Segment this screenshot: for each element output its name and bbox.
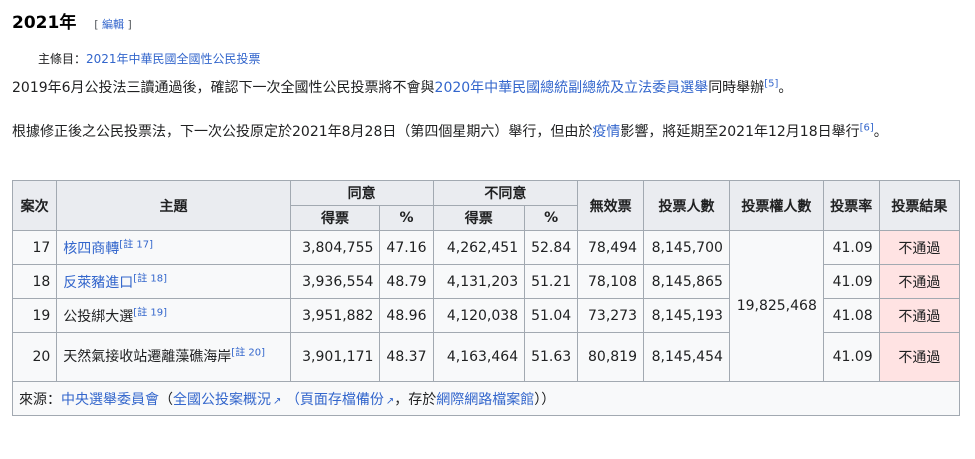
header-disagree-count: 得票 [432,205,526,231]
result-badge: 不通過 [878,230,961,265]
agree-count: 3,936,554 [289,264,381,299]
referendum-table: 案次 主題 同意 不同意 無效票 投票人數 投票權人數 投票率 投票結果 得票 … [11,180,961,416]
edit-bracket-close: ] [124,18,132,31]
agree-pct: 48.96 [379,298,434,333]
overview-link[interactable]: 全國公投案概況 ↗ [173,392,281,408]
pandemic-link[interactable]: 疫情 [592,124,620,140]
agree-count: 3,901,171 [289,332,381,382]
disagree-pct: 51.63 [524,332,579,382]
cec-link[interactable]: 中央選舉委員會 [61,392,159,408]
source-close: ）） [534,391,556,408]
topic-cell: 核四商轉[註 17] [56,230,291,265]
ref-6-link[interactable]: [6] [860,122,874,133]
header-agree-count: 得票 [289,205,381,231]
para2-text-b: 影響，將延期至2021年12月18日舉行 [620,124,860,140]
invalid-count: 78,108 [577,264,644,299]
case-number: 18 [11,264,58,299]
archive-backup-link[interactable]: （頁面存檔備份 ↗ [286,392,394,408]
agree-pct: 47.16 [379,230,434,265]
header-agree: 同意 [289,180,434,206]
result-badge: 不通過 [878,298,961,333]
header-result: 投票結果 [878,180,961,231]
turnout: 41.08 [822,298,880,333]
ref-5-link[interactable]: [5] [764,78,778,89]
disagree-pct: 51.21 [524,264,579,299]
overview-link-text: 全國公投案概況 [173,391,271,408]
invalid-count: 80,819 [577,332,644,382]
election-2020-link[interactable]: 2020年中華民國總統副總統及立法委員選舉 [435,80,709,96]
agree-count: 3,951,882 [289,298,381,333]
topic-cell: 反萊豬進口[註 18] [56,264,291,299]
edit-bracket-open: [ [94,18,103,31]
section-title: 2021年 [12,13,77,33]
invalid-count: 73,273 [577,298,644,333]
paragraph-2: 根據修正後之公民投票法，下一次公投原定於2021年8月28日（第四個星期六）舉行… [12,121,952,143]
source-prefix: 來源： [19,391,61,408]
votes-count: 8,145,865 [643,264,730,299]
turnout: 41.09 [822,230,880,265]
paragraph-1: 2019年6月公投法三讀通過後，確認下一次全國性公民投票將不會與2020年中華民… [12,77,952,99]
header-electors: 投票權人數 [728,180,824,231]
para1-text-b: 同時舉辦 [708,80,765,96]
topic-cell: 公投綁大選[註 19] [56,298,291,333]
turnout: 41.09 [822,264,880,299]
topic-text: 公投綁大選 [63,308,134,325]
hatnote-link[interactable]: 2021年中華民國全國性公民投票 [86,52,261,66]
votes-count: 8,145,193 [643,298,730,333]
disagree-pct: 52.84 [524,230,579,265]
edit-section: [ 編輯 ] [94,18,132,31]
header-case: 案次 [11,180,58,231]
para2-text-c: 。 [873,124,888,140]
topic-text: 天然氣接收站遷離藻礁海岸 [63,349,232,365]
topic-link[interactable]: 核四商轉 [63,241,119,257]
header-disagree-pct: % [524,205,579,231]
topic-link[interactable]: 反萊豬進口 [63,275,133,291]
disagree-count: 4,131,203 [432,264,526,299]
source-cell: 來源：中央選舉委員會（全國公投案概況 ↗ （頁面存檔備份 ↗，存於網際網路檔案館）） [12,381,960,416]
para1-text-c: 。 [778,80,793,96]
header-agree-pct: % [379,205,434,231]
votes-count: 8,145,454 [643,332,730,382]
external-link-icon: ↗ [273,395,282,407]
agree-pct: 48.79 [379,264,434,299]
case-number: 20 [11,332,58,382]
hatnote: 主條目：2021年中華民國全國性公民投票 [38,50,261,67]
note-link[interactable]: [註 20] [231,347,265,358]
topic-cell: 天然氣接收站遷離藻礁海岸[註 20] [56,332,291,382]
case-number: 17 [11,230,58,265]
disagree-count: 4,163,464 [432,332,526,382]
header-invalid: 無效票 [577,180,644,231]
para1-text-a: 2019年6月公投法三讀通過後，確認下一次全國性公民投票將不會與 [12,80,435,96]
para2-text-a: 根據修正後之公民投票法，下一次公投原定於2021年8月28日（第四個星期六）舉行… [12,124,593,140]
header-topic: 主題 [56,180,291,231]
turnout: 41.09 [822,332,880,382]
votes-count: 8,145,700 [643,230,730,265]
external-link-icon: ↗ [385,395,395,407]
source-open: （ [159,391,173,408]
agree-count: 3,804,755 [289,230,381,265]
source-row: 來源：中央選舉委員會（全國公投案概況 ↗ （頁面存檔備份 ↗，存於網際網路檔案館）） [12,381,960,416]
header-votes: 投票人數 [643,180,730,231]
header-turnout: 投票率 [822,180,880,231]
invalid-count: 78,494 [577,230,644,265]
disagree-pct: 51.04 [524,298,579,333]
table-row: 17 核四商轉[註 17] 3,804,755 47.16 4,262,451 … [11,230,961,382]
section-heading: 2021年 [ 編輯 ] [12,8,132,33]
disagree-count: 4,120,038 [432,298,526,333]
result-badge: 不通過 [878,264,961,299]
electors-count: 19,825,468 [728,230,824,382]
archive-backup-text: （頁面存檔備份 [285,391,384,408]
note-link[interactable]: [註 19] [133,307,167,318]
case-number: 19 [11,298,58,333]
disagree-count: 4,262,451 [432,230,526,265]
wayback-link[interactable]: 網際網路檔案館 [436,392,534,408]
hatnote-prefix: 主條目： [38,52,87,66]
note-link[interactable]: [註 17] [119,239,153,250]
edit-link[interactable]: 編輯 [102,18,124,31]
result-badge: 不通過 [878,332,961,382]
agree-pct: 48.37 [379,332,434,382]
source-mid: ，存於 [394,391,437,408]
note-link[interactable]: [註 18] [133,273,167,284]
header-disagree: 不同意 [432,180,579,206]
